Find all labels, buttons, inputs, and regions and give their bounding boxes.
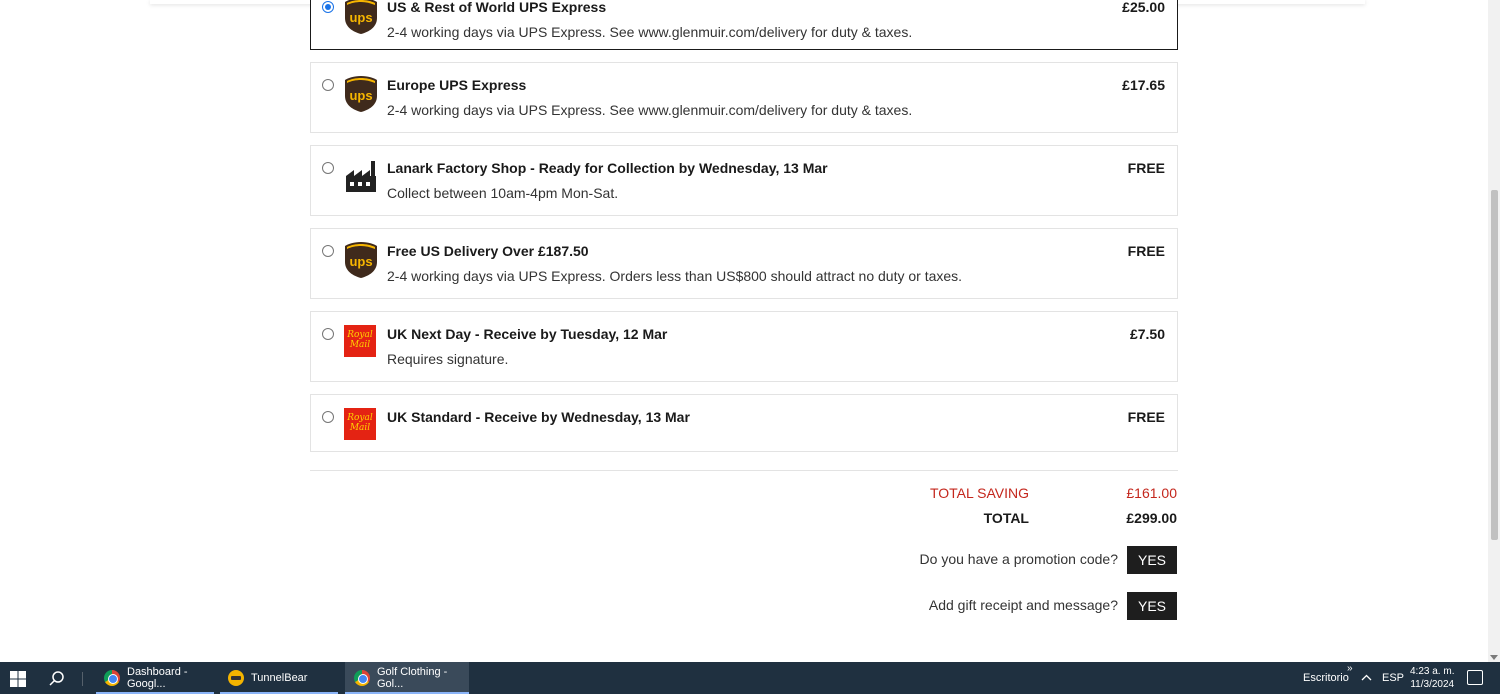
shipping-option-description: Requires signature. [387,351,509,367]
total-value: £299.00 [1126,510,1177,526]
shipping-radio[interactable] [322,79,334,91]
clock-time: 4:23 a. m. [1410,666,1455,677]
factory-icon [346,161,376,192]
scroll-down-arrow-icon[interactable] [1490,655,1498,660]
total-saving-label: TOTAL SAVING [929,485,1029,501]
shipping-option[interactable]: ups Europe UPS Express 2-4 working days … [310,62,1178,133]
page-scrollbar[interactable] [1488,0,1500,662]
svg-text:ups: ups [349,254,372,269]
taskbar-app-label: Dashboard - Googl... [127,666,188,690]
windows-start-icon[interactable] [10,671,26,687]
gift-receipt-yes-button[interactable]: YES [1127,592,1177,620]
taskbar-app-label: TunnelBear [251,672,308,684]
shipping-radio[interactable] [322,162,334,174]
checkout-page: ups US & Rest of World UPS Express 2-4 w… [0,0,1488,662]
windows-taskbar: Dashboard - Googl... TunnelBear Golf Clo… [0,662,1500,694]
shipping-option-title: Lanark Factory Shop - Ready for Collecti… [387,160,828,176]
totals-divider [310,470,1178,471]
clock-date: 11/3/2024 [1410,679,1455,690]
shipping-option-price: FREE [1127,160,1165,176]
shipping-option-price: FREE [1127,243,1165,259]
shipping-radio[interactable] [322,328,334,340]
desktop-toolbar-label[interactable]: Escritorio [1303,672,1349,684]
royal-mail-icon: Royal Mail [344,408,376,440]
ups-icon: ups [345,76,377,112]
show-hidden-icons-chevron-icon[interactable] [1361,674,1372,681]
shipping-option[interactable]: Royal Mail UK Standard - Receive by Wedn… [310,394,1178,452]
svg-text:ups: ups [349,88,372,103]
svg-text:ups: ups [349,10,372,25]
chrome-icon [104,670,120,686]
notification-center-icon[interactable] [1467,670,1483,685]
shipping-option-title: Europe UPS Express [387,77,527,93]
royal-mail-icon: Royal Mail [344,325,376,357]
shipping-option-title: UK Standard - Receive by Wednesday, 13 M… [387,409,690,425]
shipping-option[interactable]: Royal Mail UK Next Day - Receive by Tues… [310,311,1178,382]
tunnelbear-icon [228,670,244,686]
shipping-option-title: UK Next Day - Receive by Tuesday, 12 Mar [387,326,668,342]
scrollbar-thumb[interactable] [1491,190,1498,540]
shipping-option[interactable]: Lanark Factory Shop - Ready for Collecti… [310,145,1178,216]
shipping-option-price: FREE [1127,409,1165,425]
shipping-option-description: 2-4 working days via UPS Express. See ww… [387,102,913,118]
shipping-option-price: £7.50 [1129,326,1165,342]
shipping-radio[interactable] [322,411,334,423]
language-indicator[interactable]: ESP [1382,672,1404,684]
taskbar-search-icon[interactable] [48,670,66,688]
shipping-option-description: 2-4 working days via UPS Express. See ww… [387,24,913,40]
taskbar-app-dashboard[interactable]: Dashboard - Googl... [96,662,214,694]
shipping-option-price: £25.00 [1122,0,1165,15]
shipping-option[interactable]: ups US & Rest of World UPS Express 2-4 w… [310,0,1178,50]
taskbar-clock[interactable]: 4:23 a. m. 11/3/2024 [1410,665,1454,691]
shipping-option[interactable]: ups Free US Delivery Over £187.50 2-4 wo… [310,228,1178,299]
shipping-option-price: £17.65 [1122,77,1165,93]
shipping-radio[interactable] [322,1,334,13]
shipping-option-title: US & Rest of World UPS Express [387,0,607,15]
gift-receipt-question: Add gift receipt and message? [928,597,1118,613]
total-label: TOTAL [983,510,1029,526]
taskbar-app-golf-clothing[interactable]: Golf Clothing - Gol... [345,662,469,694]
shipping-option-description: 2-4 working days via UPS Express. Orders… [387,268,963,284]
promo-code-question: Do you have a promotion code? [919,551,1118,567]
chrome-icon [354,670,370,686]
taskbar-app-tunnelbear[interactable]: TunnelBear [220,662,338,694]
shipping-option-description: Collect between 10am-4pm Mon-Sat. [387,185,619,201]
taskbar-separator [82,672,83,686]
total-saving-value: £161.00 [1126,485,1177,501]
taskbar-app-label: Golf Clothing - Gol... [377,666,448,690]
promo-code-yes-button[interactable]: YES [1127,546,1177,574]
toolbar-expand-icon[interactable]: » [1347,663,1353,674]
ups-icon: ups [345,242,377,278]
ups-icon: ups [345,0,377,34]
shipping-option-title: Free US Delivery Over £187.50 [387,243,589,259]
shipping-radio[interactable] [322,245,334,257]
